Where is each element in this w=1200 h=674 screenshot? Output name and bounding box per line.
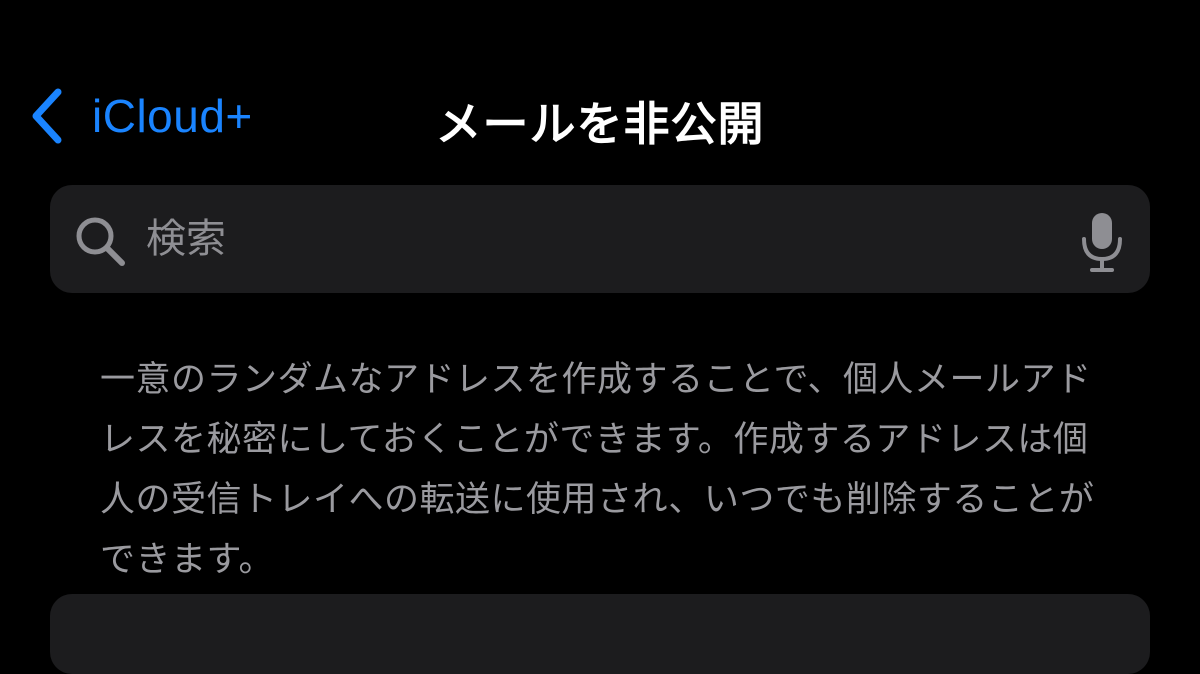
search-bar[interactable] xyxy=(50,185,1150,293)
magnifying-glass-icon xyxy=(76,217,125,266)
navigation-bar: iCloud+ メールを非公開 xyxy=(0,70,1200,165)
page-title: メールを非公開 xyxy=(435,97,765,151)
search-input[interactable] xyxy=(146,199,1046,279)
description-text: 一意のランダムなアドレスを作成することで、個人メールアドレスを秘密にしておくこと… xyxy=(100,360,1095,580)
list-card xyxy=(50,594,1150,674)
microphone-icon[interactable] xyxy=(1078,211,1126,273)
